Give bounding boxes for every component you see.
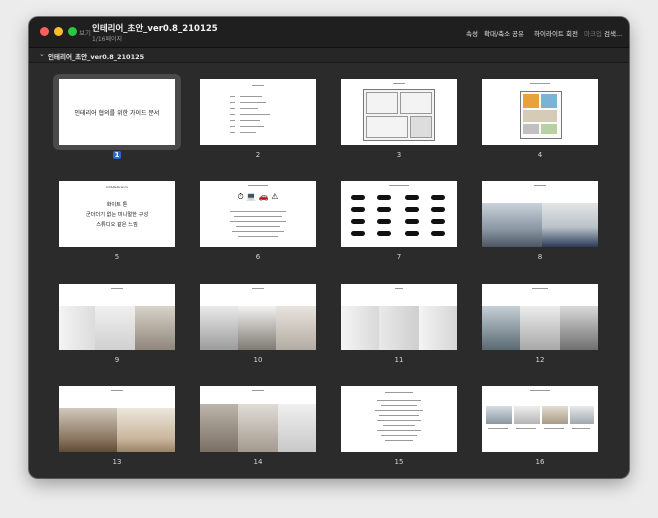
markup-button[interactable]: 마크업	[584, 28, 602, 38]
inspector-button[interactable]: 속성	[466, 28, 478, 38]
page-image	[200, 284, 316, 350]
page-number: 6	[255, 253, 261, 261]
page-image: ⏱ 💻 🚗 ⚠	[200, 181, 316, 247]
text-line: 군더더기 없는 미니멀한 구성	[85, 212, 149, 218]
page-heading: Art&Reference	[106, 185, 128, 189]
minimize-button[interactable]	[54, 27, 63, 36]
page-number: 8	[537, 253, 543, 261]
document-group-header[interactable]: ⌄ 인테리어_초안_ver0.8_210125	[29, 48, 629, 63]
page-number: 9	[114, 356, 120, 364]
page-number: 15	[394, 458, 404, 466]
page-image	[482, 386, 598, 452]
text-line: 스튜디오 같은 느낌	[96, 222, 138, 228]
page-number: 5	[114, 253, 120, 261]
page-image	[59, 386, 175, 452]
page-number: 14	[253, 458, 263, 466]
page-image	[341, 79, 457, 145]
emoji-icons: ⏱ 💻 🚗 ⚠	[237, 192, 279, 201]
page-image	[482, 284, 598, 350]
rotate-button[interactable]: 회전	[566, 28, 578, 38]
share-button[interactable]: 공유	[512, 28, 524, 38]
page-thumbnail-7[interactable]: 7	[341, 181, 457, 263]
page-number: 11	[394, 356, 404, 364]
page-thumbnail-14[interactable]: 14	[200, 386, 316, 468]
preview-window: 보기 인테리어_초안_ver0.8_210125 1/16페이지 속성 확대/축…	[29, 17, 629, 478]
page-number: 4	[537, 151, 543, 159]
page-thumbnail-13[interactable]: 13	[59, 386, 175, 468]
page-thumbnail-2[interactable]: 2	[200, 79, 316, 161]
page-thumbnail-11[interactable]: 11	[341, 284, 457, 366]
page-thumbnail-3[interactable]: 3	[341, 79, 457, 161]
close-button[interactable]	[40, 27, 49, 36]
page-thumbnail-10[interactable]: 10	[200, 284, 316, 366]
group-label: 인테리어_초안_ver0.8_210125	[48, 53, 145, 61]
page-number: 7	[396, 253, 402, 261]
page-image	[341, 181, 457, 247]
page-number: 16	[535, 458, 545, 466]
page-image	[482, 79, 598, 145]
page-thumbnail-9[interactable]: 9	[59, 284, 175, 366]
page-image: Art&Reference 화이트 톤 군더더기 없는 미니멀한 구성 스튜디오…	[59, 181, 175, 247]
page-image	[341, 386, 457, 452]
page-image	[341, 284, 457, 350]
page-number: 2	[255, 151, 261, 159]
page-thumbnail-15[interactable]: 15	[341, 386, 457, 468]
highlight-button[interactable]: 하이라이트	[534, 28, 564, 38]
page-image: 인테리어 협의를 위한 가이드 문서	[59, 79, 175, 145]
search-field[interactable]: 검색...	[604, 28, 622, 38]
page-number: 1	[112, 151, 122, 159]
zoom-tool-button[interactable]: 확대/축소	[484, 28, 510, 38]
page-image	[200, 386, 316, 452]
page-image	[200, 79, 316, 145]
page-thumbnail-5[interactable]: Art&Reference 화이트 톤 군더더기 없는 미니멀한 구성 스튜디오…	[59, 181, 175, 263]
page-image	[59, 284, 175, 350]
zoom-button[interactable]	[68, 27, 77, 36]
document-title: 인테리어_초안_ver0.8_210125	[92, 24, 218, 34]
text-line: 화이트 톤	[106, 202, 128, 208]
thumbnail-grid: 인테리어 협의를 위한 가이드 문서 1 2 3 4 Art&Reference…	[29, 63, 629, 478]
title-bar: 보기 인테리어_초안_ver0.8_210125 1/16페이지 속성 확대/축…	[29, 17, 629, 48]
page-thumbnail-1[interactable]: 인테리어 협의를 위한 가이드 문서 1	[53, 74, 181, 161]
page-thumbnail-6[interactable]: ⏱ 💻 🚗 ⚠ 6	[200, 181, 316, 263]
page-image	[482, 181, 598, 247]
page-number: 3	[396, 151, 402, 159]
sidebar-view-button[interactable]: 보기	[79, 27, 91, 37]
chevron-down-icon[interactable]: ⌄	[39, 50, 45, 58]
page-number: 12	[535, 356, 545, 364]
page-number: 10	[253, 356, 263, 364]
page-count: 1/16페이지	[92, 36, 123, 43]
page-thumbnail-12[interactable]: 12	[482, 284, 598, 366]
page-thumbnail-4[interactable]: 4	[482, 79, 598, 161]
page-number: 13	[112, 458, 122, 466]
page-thumbnail-16[interactable]: 16	[482, 386, 598, 468]
page-thumbnail-8[interactable]: 8	[482, 181, 598, 263]
cover-title: 인테리어 협의를 위한 가이드 문서	[74, 110, 160, 117]
